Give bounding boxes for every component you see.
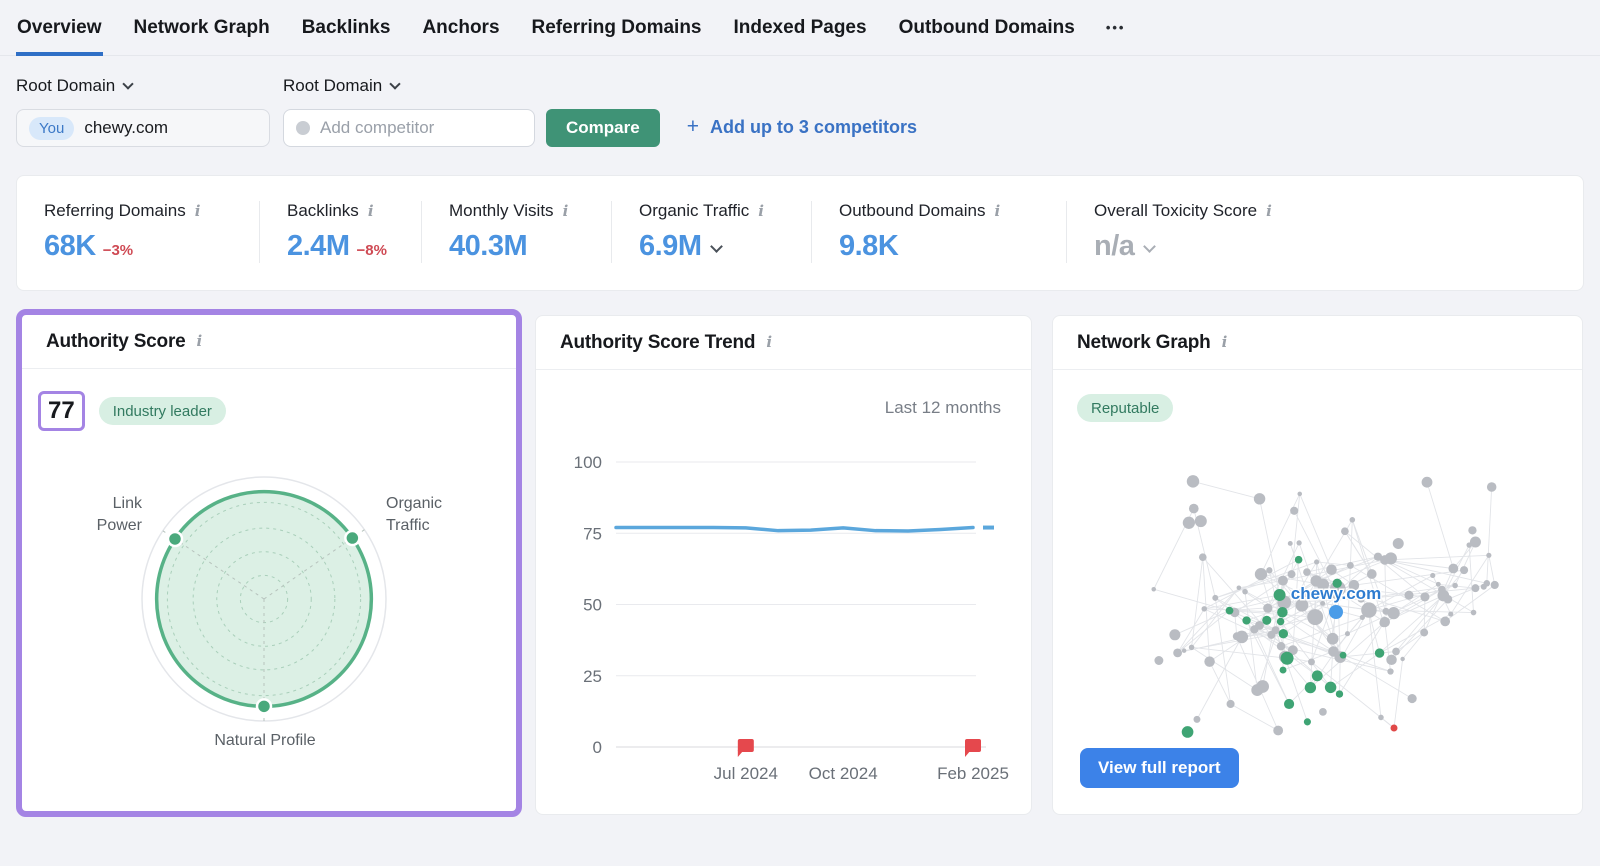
info-icon[interactable]: i xyxy=(368,204,374,219)
metric-monthly-visits: Monthly Visits i 40.3M xyxy=(421,201,611,263)
metrics-summary-bar: Referring Domains i 68K −3% Backlinks i 2.4… xyxy=(16,175,1584,291)
card-title: Network Graph xyxy=(1077,332,1211,354)
radar-axis-label: LinkPower xyxy=(97,495,143,534)
tab-overview[interactable]: Overview xyxy=(16,0,103,56)
authority-score-trend-line xyxy=(616,528,973,531)
info-icon[interactable]: i xyxy=(1266,204,1272,219)
competitor-scope-label: Root Domain xyxy=(283,76,382,96)
radar-axis-point xyxy=(257,699,271,713)
x-axis-tick-label: Feb 2025 xyxy=(937,764,1009,783)
you-domain-node-label: chewy.com xyxy=(1291,584,1381,603)
metric-label: Organic Traffic xyxy=(639,201,749,221)
network-graph-card: Network Graph i Reputable chewy.com View… xyxy=(1052,315,1583,815)
view-full-report-button[interactable]: View full report xyxy=(1080,748,1239,788)
industry-leader-badge: Industry leader xyxy=(99,397,226,425)
info-icon[interactable]: i xyxy=(994,204,1000,219)
card-title: Authority Score Trend xyxy=(560,332,755,354)
metric-value: 9.8K xyxy=(839,230,898,263)
plus-icon: + xyxy=(687,115,699,139)
network-nodes xyxy=(1151,475,1498,738)
you-badge: You xyxy=(29,117,74,140)
report-tabs: Overview Network Graph Backlinks Anchors… xyxy=(0,0,1600,56)
widget-cards-row: Authority Score i 77 Industry leader Lin… xyxy=(16,309,1584,817)
metric-label: Backlinks xyxy=(287,201,359,221)
metric-referring-domains: Referring Domains i 68K −3% xyxy=(17,201,259,263)
authority-score-card: Authority Score i 77 Industry leader Lin… xyxy=(16,309,522,817)
competitor-dot-icon xyxy=(296,121,310,135)
metric-organic-traffic: Organic Traffic i 6.9M xyxy=(611,201,811,263)
y-axis-tick-label: 75 xyxy=(583,524,602,543)
metric-backlinks: Backlinks i 2.4M −8% xyxy=(259,201,421,263)
metric-value: 6.9M xyxy=(639,230,701,263)
metric-value: 40.3M xyxy=(449,230,527,263)
y-axis-tick-label: 100 xyxy=(574,453,602,472)
add-competitors-label: Add up to 3 competitors xyxy=(710,117,917,138)
card-title: Authority Score xyxy=(46,331,186,353)
compare-controls: Root Domain You chewy.com Root Domain Co… xyxy=(0,76,1600,147)
tab-anchors[interactable]: Anchors xyxy=(421,0,500,56)
competitor-scope-dropdown[interactable]: Root Domain xyxy=(283,76,535,96)
tab-network-graph[interactable]: Network Graph xyxy=(133,0,271,56)
info-icon[interactable]: i xyxy=(758,204,764,219)
metric-value: n/a xyxy=(1094,230,1134,263)
tab-referring-domains[interactable]: Referring Domains xyxy=(531,0,703,56)
notes-flag-icon[interactable] xyxy=(738,739,754,757)
you-domain-value: chewy.com xyxy=(84,118,168,138)
metric-change: −3% xyxy=(103,242,133,259)
radar-axis-point xyxy=(345,531,359,545)
x-axis-tick-label: Oct 2024 xyxy=(809,764,878,783)
metric-value: 2.4M xyxy=(287,230,349,263)
chevron-down-icon[interactable] xyxy=(711,240,724,253)
y-axis-tick-label: 25 xyxy=(583,667,602,686)
you-scope-label: Root Domain xyxy=(16,76,115,96)
notes-flag-icon[interactable] xyxy=(965,739,981,757)
metric-toxicity-score: Overall Toxicity Score i n/a xyxy=(1066,201,1583,263)
more-tabs-ellipsis-icon[interactable]: ••• xyxy=(1106,20,1126,55)
x-axis-tick-label: Jul 2024 xyxy=(714,764,778,783)
add-competitors-link[interactable]: + Add up to 3 competitors xyxy=(687,115,917,147)
metric-label: Overall Toxicity Score xyxy=(1094,201,1257,221)
authority-score-value: 77 xyxy=(38,391,85,431)
compare-button[interactable]: Compare xyxy=(546,109,660,147)
info-icon[interactable]: i xyxy=(563,204,569,219)
backlink-analytics-page: Overview Network Graph Backlinks Anchors… xyxy=(0,0,1600,866)
authority-score-radar-chart: LinkPower OrganicTraffic Natural Profile xyxy=(22,449,516,785)
radar-axis-label: OrganicTraffic xyxy=(386,495,442,534)
tab-indexed-pages[interactable]: Indexed Pages xyxy=(733,0,868,56)
y-axis-tick-label: 0 xyxy=(593,738,602,757)
metric-change: −8% xyxy=(356,242,386,259)
metric-label: Monthly Visits xyxy=(449,201,554,221)
you-domain-input[interactable]: You chewy.com xyxy=(16,109,270,147)
metric-label: Outbound Domains xyxy=(839,201,985,221)
metric-outbound-domains: Outbound Domains i 9.8K xyxy=(811,201,1066,263)
chevron-down-icon xyxy=(123,78,134,89)
competitor-input-wrap xyxy=(283,109,535,147)
tab-outbound-domains[interactable]: Outbound Domains xyxy=(898,0,1076,56)
info-icon[interactable]: i xyxy=(195,204,201,219)
tab-backlinks[interactable]: Backlinks xyxy=(301,0,392,56)
reputable-badge: Reputable xyxy=(1077,394,1173,422)
radar-axis-point xyxy=(168,532,182,546)
y-axis-tick-label: 50 xyxy=(583,596,602,615)
authority-score-trend-card: Authority Score Trend i Last 12 months 0… xyxy=(535,315,1032,815)
info-icon[interactable]: i xyxy=(1222,335,1228,350)
metric-label: Referring Domains xyxy=(44,201,186,221)
info-icon[interactable]: i xyxy=(766,335,772,350)
you-scope-dropdown[interactable]: Root Domain xyxy=(16,76,270,96)
add-competitor-input[interactable] xyxy=(320,118,522,138)
chevron-down-icon[interactable] xyxy=(1144,240,1157,253)
you-domain-node[interactable] xyxy=(1329,605,1343,619)
authority-score-trend-chart: 0 25 50 75 100 Jul 2024 Oct 2024 Feb 2025 xyxy=(536,370,1031,814)
radar-axis-label: Natural Profile xyxy=(214,732,315,749)
chevron-down-icon xyxy=(390,78,401,89)
metric-value: 68K xyxy=(44,230,96,263)
info-icon[interactable]: i xyxy=(197,334,203,349)
